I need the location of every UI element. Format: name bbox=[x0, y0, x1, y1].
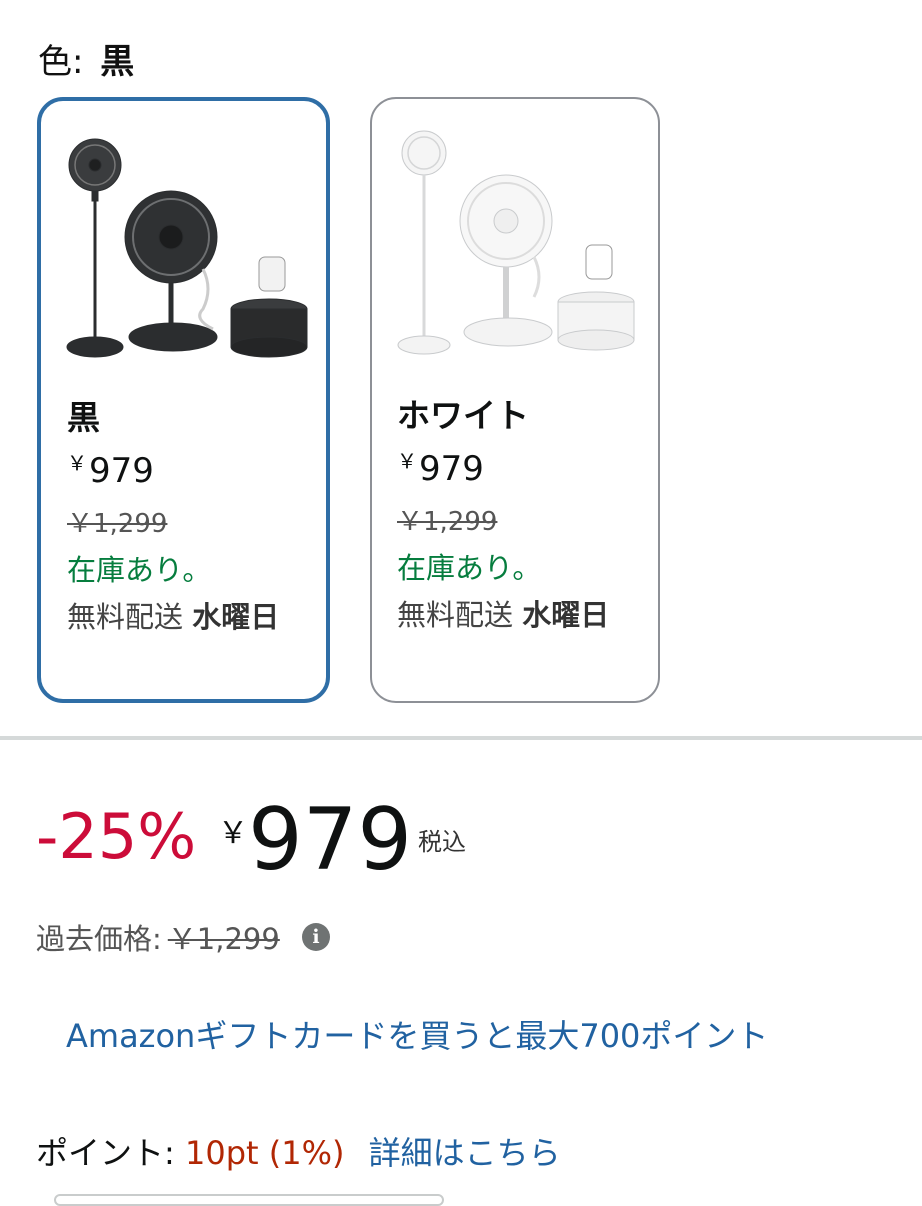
past-price-label: 過去価格: bbox=[36, 922, 162, 956]
points-details-link[interactable]: 詳細はこちら bbox=[369, 1134, 561, 1172]
swatch-stock-status: 在庫あり。 bbox=[67, 553, 212, 587]
swatch-shipping: 無料配送 水曜日 bbox=[67, 593, 307, 641]
swatch-currency: ￥ bbox=[397, 449, 417, 473]
swatch-stock-status: 在庫あり。 bbox=[397, 551, 542, 585]
points-row: ポイント: 10pt (1%) 詳細はこちら bbox=[36, 1128, 561, 1174]
points-percent: (1%) bbox=[268, 1134, 345, 1172]
price-amount: 979 bbox=[248, 790, 413, 890]
swatch-price-amount: 979 bbox=[419, 449, 484, 489]
section-divider bbox=[0, 736, 922, 740]
swatch-shipping: 無料配送 水曜日 bbox=[397, 591, 637, 639]
past-price-value: ￥1,299 bbox=[167, 922, 280, 956]
tax-included-note: 税込 bbox=[418, 828, 466, 856]
swatch-price: ￥979 bbox=[67, 447, 154, 491]
gift-card-promo-link[interactable]: Amazonギフトカードを買うと最大700ポイント bbox=[66, 1010, 886, 1062]
points-label: ポイント: bbox=[36, 1134, 175, 1172]
partial-button-edge[interactable] bbox=[54, 1194, 444, 1206]
swatch-currency: ￥ bbox=[67, 451, 87, 475]
swatch-shipping-day: 水曜日 bbox=[522, 598, 610, 632]
swatch-old-price: ￥1,299 bbox=[397, 507, 498, 537]
selected-color-name: 黒 bbox=[100, 42, 135, 82]
price-currency-symbol: ￥ bbox=[218, 816, 248, 851]
swatch-price-amount: 979 bbox=[89, 451, 154, 491]
points-value: 10pt bbox=[184, 1134, 259, 1172]
color-label-text: 色: bbox=[38, 42, 84, 82]
color-swatch-black[interactable]: 黒 ￥979 ￥1,299 在庫あり。 無料配送 水曜日 bbox=[37, 97, 330, 703]
swatch-color-name: ホワイト bbox=[397, 396, 529, 435]
product-image-white bbox=[397, 130, 635, 355]
info-icon[interactable]: i bbox=[302, 923, 330, 951]
swatch-shipping-prefix: 無料配送 bbox=[397, 598, 514, 632]
swatch-shipping-day: 水曜日 bbox=[192, 600, 280, 634]
swatch-color-name: 黒 bbox=[67, 398, 100, 437]
color-swatch-white[interactable]: ホワイト ￥979 ￥1,299 在庫あり。 無料配送 水曜日 bbox=[370, 97, 660, 703]
color-selector-label: 色: 黒 bbox=[38, 34, 134, 83]
swatch-old-price: ￥1,299 bbox=[67, 509, 168, 539]
swatch-shipping-prefix: 無料配送 bbox=[67, 600, 184, 634]
past-price-row: 過去価格: ￥1,299 bbox=[36, 916, 280, 958]
product-image-black bbox=[66, 138, 308, 358]
swatch-price: ￥979 bbox=[397, 445, 484, 489]
discount-percentage: -25% bbox=[36, 800, 197, 873]
